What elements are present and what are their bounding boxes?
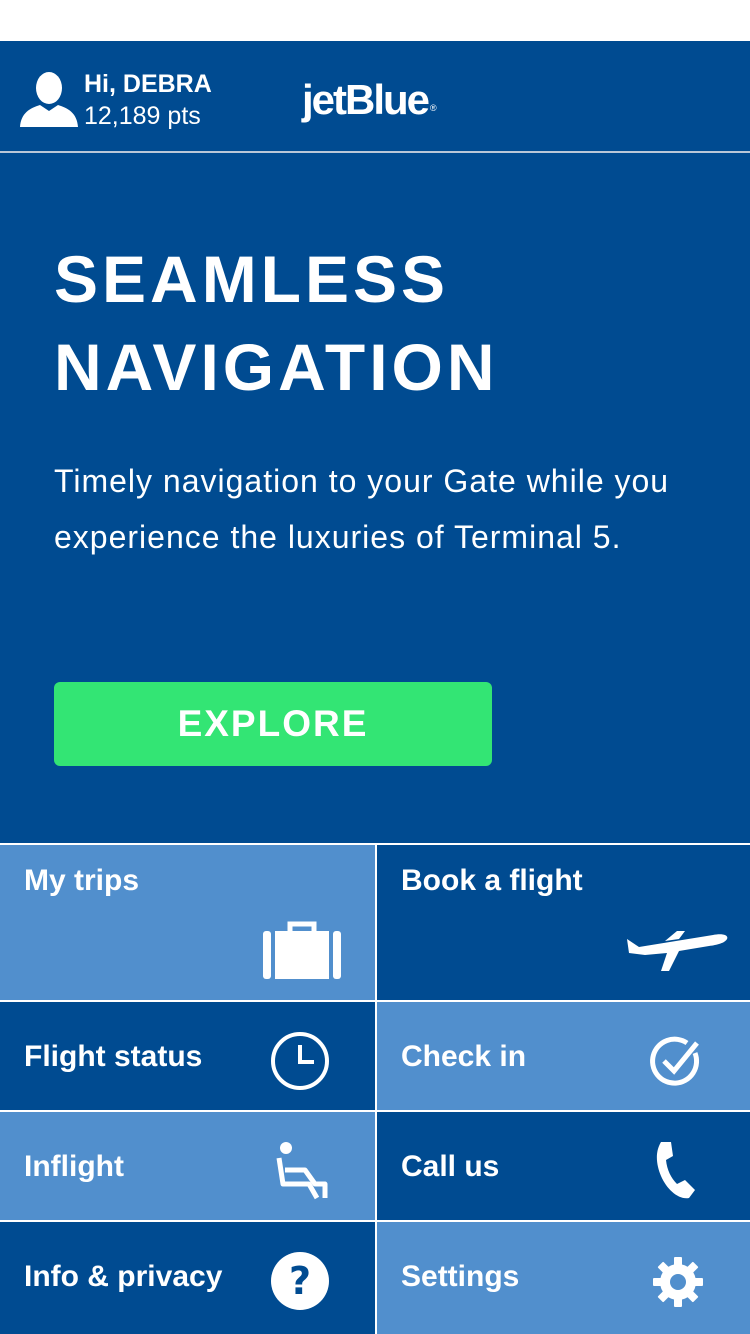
app-header: Hi, DEBRA 12,189 pts jetBlue ® <box>0 41 750 152</box>
hero-title-line1: SEAMLESS <box>54 242 450 316</box>
tile-call-us[interactable]: Call us <box>377 1112 750 1220</box>
airplane-icon <box>625 927 729 978</box>
hero-description: Timely navigation to your Gate while you… <box>54 463 670 555</box>
brand-name: jetBlue <box>302 76 430 123</box>
hero-title-line2: NAVIGATION <box>54 330 499 404</box>
hero-title: SEAMLESS NAVIGATION <box>54 235 499 411</box>
tile-info-privacy-label: Info & privacy <box>24 1260 223 1293</box>
tile-flight-status[interactable]: Flight status <box>0 1002 375 1110</box>
clock-icon <box>270 1031 330 1096</box>
question-icon: ? <box>270 1251 330 1316</box>
phone-icon <box>655 1140 697 1207</box>
tile-my-trips[interactable]: My trips <box>0 845 375 1000</box>
svg-text:?: ? <box>289 1259 311 1303</box>
user-silhouette-icon[interactable] <box>18 71 80 129</box>
hero-banner: SEAMLESS NAVIGATION Timely navigation to… <box>0 153 750 843</box>
gear-icon <box>652 1256 704 1313</box>
loyalty-points: 12,189 pts <box>84 102 201 130</box>
tile-check-in[interactable]: Check in <box>377 1002 750 1110</box>
seat-icon <box>275 1140 331 1205</box>
tile-call-us-label: Call us <box>401 1150 500 1183</box>
grid-divider <box>0 1000 750 1002</box>
grid-divider <box>375 845 377 1334</box>
explore-button[interactable]: EXPLORE <box>54 682 492 766</box>
tile-info-privacy[interactable]: Info & privacy ? <box>0 1222 375 1334</box>
tile-flight-status-label: Flight status <box>24 1040 203 1073</box>
tile-book-flight[interactable]: Book a flight <box>377 845 750 1000</box>
tile-check-in-label: Check in <box>401 1040 527 1073</box>
brand-logo: jetBlue ® <box>302 75 437 125</box>
tile-my-trips-label: My trips <box>24 864 140 897</box>
tile-inflight[interactable]: Inflight <box>0 1112 375 1220</box>
user-greeting: Hi, DEBRA <box>84 70 212 98</box>
brand-registered-mark: ® <box>430 103 437 113</box>
grid-divider <box>0 1110 750 1112</box>
status-bar <box>0 0 750 41</box>
grid-divider <box>0 1220 750 1222</box>
suitcase-icon <box>263 921 341 984</box>
checkmark-circle-icon <box>649 1035 703 1094</box>
tile-settings[interactable]: Settings <box>377 1222 750 1334</box>
tile-book-flight-label: Book a flight <box>401 864 583 897</box>
tile-inflight-label: Inflight <box>24 1150 124 1183</box>
tile-settings-label: Settings <box>401 1260 520 1293</box>
